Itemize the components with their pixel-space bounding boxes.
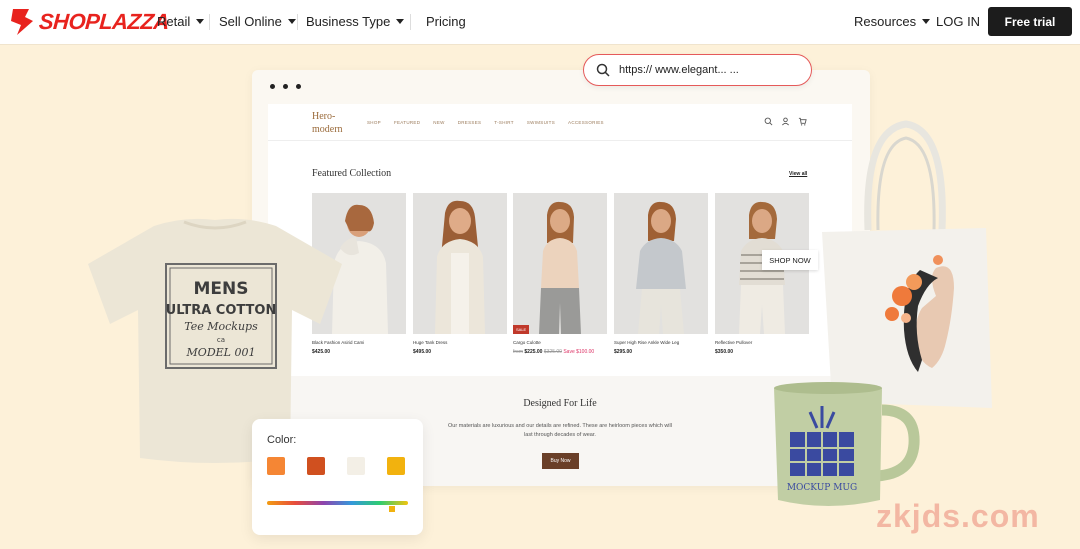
product-name: Super High Rise Ankle Wide Leg — [614, 340, 680, 345]
search-icon[interactable] — [764, 117, 773, 126]
product-name: Reflective Pullover — [715, 340, 753, 345]
tshirt-line4: ca — [217, 336, 225, 344]
nav-pricing-label: Pricing — [426, 14, 466, 29]
store-menu: SHOP FEATURED NEW DRESSES T-SHIRT SWIMSU… — [367, 120, 604, 125]
color-picker-card: Color: — [252, 419, 423, 535]
mug-label: MOCKUP MUG — [787, 483, 857, 493]
product-price: $495.00 — [413, 349, 432, 355]
product-old-price: $325.00 — [543, 349, 562, 355]
designed-body: Our materials are luxurious and our deta… — [448, 423, 672, 438]
shoplazza-logo-icon — [11, 9, 33, 35]
store-logo-line1: Hero- — [312, 111, 336, 122]
url-bar[interactable]: https:// www.elegant... ... — [583, 54, 812, 86]
store-menu-item[interactable]: SWIMSUITS — [527, 120, 555, 125]
model-photo-icon — [435, 200, 485, 334]
login-label: LOG IN — [936, 14, 981, 29]
tshirt-line3: Tee Mockups — [184, 320, 258, 333]
store-menu-item[interactable]: SHOP — [367, 120, 381, 125]
color-swatch-cream[interactable] — [347, 457, 365, 475]
product-name: Cargo Culotte — [513, 340, 541, 345]
product-price: from $225.00 $325.00 Save $100.00 — [513, 349, 607, 355]
product-save: Save $100.00 — [563, 349, 595, 355]
designed-title: Designed For Life — [523, 398, 597, 409]
product-card[interactable]: Huge Tank Dress $495.00 — [413, 193, 507, 355]
store-menu-item[interactable]: DRESSES — [458, 120, 482, 125]
store-menu-item[interactable]: FEATURED — [394, 120, 420, 125]
color-gradient-slider[interactable] — [267, 501, 408, 505]
chevron-down-icon — [396, 19, 405, 24]
cart-icon[interactable] — [798, 117, 807, 126]
store-logo[interactable]: Hero- modern — [312, 110, 343, 136]
shop-now-button[interactable]: SHOP NOW — [762, 250, 818, 270]
window-dots — [270, 84, 301, 89]
store-menu-item[interactable]: T-SHIRT — [494, 120, 514, 125]
brand-name: SHOPLAZZA — [38, 9, 170, 34]
product-name: Huge Tank Dress — [413, 340, 448, 345]
nav-separator — [297, 14, 298, 30]
color-label: Color: — [267, 434, 297, 446]
color-swatch-yellow[interactable] — [387, 457, 405, 475]
nav-sell-online[interactable]: Sell Online — [219, 14, 296, 29]
login-link[interactable]: LOG IN — [936, 14, 980, 29]
nav-resources-label: Resources — [854, 14, 917, 29]
nav-retail-label: Retail — [157, 14, 191, 29]
nav-retail[interactable]: Retail — [157, 14, 205, 29]
chevron-down-icon — [196, 19, 205, 24]
product-sale-price: $225.00 — [524, 349, 543, 355]
store-menu-item[interactable]: NEW — [433, 120, 444, 125]
sale-badge: SALE — [513, 325, 530, 334]
product-image[interactable]: SALE — [513, 193, 607, 334]
color-swatches — [267, 457, 405, 475]
model-photo-icon — [636, 201, 686, 334]
nav-business-type[interactable]: Business Type — [306, 14, 405, 29]
store-header-icons — [764, 117, 807, 126]
tshirt-line5: MODEL 001 — [186, 346, 256, 359]
nav-pricing[interactable]: Pricing — [426, 14, 466, 29]
store-menu-item[interactable]: ACCESSORIES — [568, 120, 604, 125]
store-header: Hero- modern SHOP FEATURED NEW DRESSES T… — [268, 104, 852, 141]
model-photo-icon — [539, 201, 581, 334]
view-all-link[interactable]: View all — [789, 171, 807, 177]
tote-bag-mockup — [822, 120, 992, 408]
nav-business-type-label: Business Type — [306, 14, 391, 29]
product-price: $295.00 — [614, 349, 633, 355]
product-card[interactable]: Reflective Pullover $350.00 — [715, 193, 809, 355]
free-trial-button[interactable]: Free trial — [988, 7, 1072, 36]
color-swatch-rust[interactable] — [307, 457, 325, 475]
product-price: $350.00 — [715, 349, 734, 355]
product-image[interactable] — [614, 193, 708, 334]
chevron-down-icon — [287, 19, 296, 24]
nav-resources[interactable]: Resources — [854, 14, 931, 29]
nav-sell-online-label: Sell Online — [219, 14, 282, 29]
store-logo-line2: modern — [312, 124, 343, 135]
chevron-down-icon — [922, 19, 931, 24]
url-text: https:// www.elegant... ... — [619, 64, 739, 76]
search-icon — [596, 63, 610, 77]
mug-mockup: MOCKUP MUG — [774, 382, 920, 506]
slider-handle[interactable] — [389, 506, 395, 512]
nav-separator — [209, 14, 210, 30]
nav-separator — [410, 14, 411, 30]
watermark: zkjds.com — [876, 498, 1040, 534]
product-image[interactable] — [413, 193, 507, 334]
tshirt-line1: MENS — [193, 279, 248, 299]
buy-now-button[interactable]: Buy Now — [542, 453, 579, 469]
top-nav: SHOPLAZZA Retail Sell Online Business Ty… — [0, 0, 1080, 44]
price-prefix: from — [513, 349, 523, 355]
product-card[interactable]: Super High Rise Ankle Wide Leg $295.00 — [614, 193, 708, 355]
brand-logo[interactable]: SHOPLAZZA — [9, 7, 170, 37]
user-icon[interactable] — [781, 117, 790, 126]
featured-collection-title: Featured Collection — [312, 168, 392, 179]
product-card[interactable]: SALE Cargo Culotte from $225.00 $325.00 … — [513, 193, 607, 355]
color-swatch-orange[interactable] — [267, 457, 285, 475]
tshirt-line2: ULTRA COTTON — [166, 303, 277, 318]
